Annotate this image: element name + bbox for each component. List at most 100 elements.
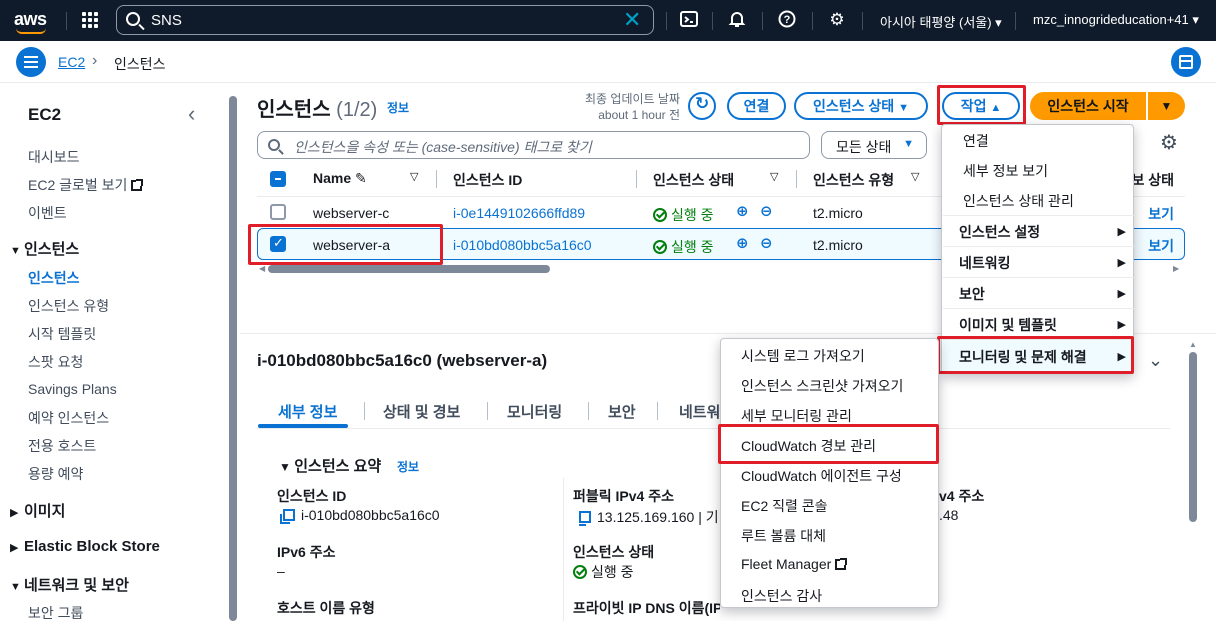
summary-section-toggle[interactable]: ▼ 인스턴스 요약 — [279, 455, 381, 476]
submenu-item-screenshot[interactable]: 인스턴스 스크린샷 가져오기 — [741, 376, 903, 396]
state-badge: 실행 중 — [653, 237, 714, 257]
sidebar-item-spot-requests[interactable]: 스팟 요청 — [28, 352, 83, 372]
zoom-out-icon[interactable]: ⊖ — [760, 234, 773, 252]
sidebar-item-savings-plans[interactable]: Savings Plans — [28, 381, 117, 397]
tab-networking[interactable]: 네트워 — [679, 401, 720, 422]
field-label: 퍼블릭 IPv4 주소 — [573, 488, 674, 504]
tab-monitoring[interactable]: 모니터링 — [507, 401, 562, 422]
column-divider[interactable] — [436, 170, 437, 188]
info-link[interactable]: 정보 — [397, 458, 419, 475]
sidebar-scrollbar[interactable] — [229, 96, 237, 621]
sort-icon[interactable]: ▽ — [911, 170, 919, 183]
sidebar-item-instances[interactable]: 인스턴스 — [28, 268, 80, 288]
sidebar-item-events[interactable]: 이벤트 — [28, 203, 67, 223]
column-header-type[interactable]: 인스턴스 유형 — [813, 170, 894, 190]
gear-icon[interactable]: ⚙ — [827, 10, 847, 30]
sidebar-item-reserved-instances[interactable]: 예약 인스턴스 — [28, 408, 109, 428]
submenu-item-detailed-monitoring[interactable]: 세부 모니터링 관리 — [741, 406, 852, 426]
alarm-view-link[interactable]: 보기 — [1134, 236, 1174, 256]
column-header-state[interactable]: 인스턴스 상태 — [653, 170, 734, 190]
tab-details[interactable]: 세부 정보 — [278, 401, 337, 422]
sidebar-item-dedicated-hosts[interactable]: 전용 호스트 — [28, 436, 96, 456]
instance-state-button[interactable]: 인스턴스 상태 ▼ — [794, 92, 928, 120]
sort-icon[interactable]: ▽ — [770, 170, 778, 183]
aws-logo[interactable]: aws — [14, 9, 47, 30]
detail-scrollbar[interactable] — [1189, 352, 1197, 522]
horizontal-scrollbar[interactable] — [268, 265, 550, 273]
sidebar-item-security-groups[interactable]: 보안 그룹 — [28, 603, 83, 621]
column-divider[interactable] — [796, 170, 797, 188]
panel-toggle-button[interactable] — [1171, 47, 1201, 77]
column-header-name[interactable]: Name ✎ — [313, 170, 367, 187]
filter-input[interactable]: 인스턴스을 속성 또는 (case-sensitive) 태그로 찾기 — [257, 131, 810, 159]
sidebar-item-global-view[interactable]: EC2 글로벌 보기 — [28, 175, 144, 195]
region-selector[interactable]: 아시아 태평양 (서울) ▾ — [880, 12, 1002, 31]
submenu-item-system-log[interactable]: 시스템 로그 가져오기 — [741, 346, 865, 366]
close-sidebar-icon[interactable]: ‹ — [188, 101, 195, 127]
submenu-item-cloudwatch-agent[interactable]: CloudWatch 에이전트 구성 — [741, 466, 902, 486]
sidebar-section-ebs[interactable]: ▶ Elastic Block Store — [10, 538, 160, 555]
launch-dropdown-button[interactable]: ▼ — [1148, 92, 1185, 120]
scroll-right-icon[interactable]: ▶ — [1173, 264, 1179, 273]
sidebar-section-instances[interactable]: ▼ 인스턴스 — [10, 238, 79, 259]
zoom-out-icon[interactable]: ⊖ — [760, 202, 773, 220]
instance-id-link[interactable]: i-010bd080bbc5a16c0 — [453, 237, 592, 253]
sidebar-section-network-security[interactable]: ▼ 네트워크 및 보안 — [10, 574, 129, 595]
menu-group-networking[interactable]: 네트워킹 ▶ — [943, 246, 1134, 278]
info-link[interactable]: 정보 — [387, 99, 409, 116]
sidebar-section-images[interactable]: ▶ 이미지 — [10, 500, 65, 521]
submenu-item-fleet-manager[interactable]: Fleet Manager — [741, 556, 848, 572]
zoom-in-icon[interactable]: ⊕ — [736, 234, 749, 252]
sidebar-item-capacity-reservations[interactable]: 용량 예약 — [28, 464, 83, 484]
sidebar-item-launch-templates[interactable]: 시작 템플릿 — [28, 324, 96, 344]
select-all-checkbox[interactable] — [270, 171, 286, 187]
grid-icon[interactable] — [82, 12, 98, 28]
menu-item-view-details[interactable]: 세부 정보 보기 — [943, 161, 1134, 181]
submenu-item-audit[interactable]: 인스턴스 감사 — [741, 586, 822, 606]
instance-id-link[interactable]: i-0e1449102666ffd89 — [453, 205, 585, 221]
menu-group-image-templates[interactable]: 이미지 및 템플릿 ▶ — [943, 308, 1134, 340]
status-filter-select[interactable]: 모든 상태 ▼ — [821, 131, 927, 159]
launch-instance-button[interactable]: 인스턴스 시작 — [1030, 92, 1146, 120]
alarm-view-link[interactable]: 보기 — [1134, 204, 1174, 224]
scroll-up-icon[interactable]: ▲ — [1189, 340, 1197, 349]
refresh-button[interactable] — [688, 92, 716, 120]
zoom-in-icon[interactable]: ⊕ — [736, 202, 749, 220]
tab-status-alarms[interactable]: 상태 및 경보 — [383, 401, 460, 422]
menu-button[interactable] — [16, 47, 46, 77]
svg-text:?: ? — [784, 14, 791, 26]
row-checkbox[interactable] — [270, 235, 286, 252]
sidebar-item-instance-types[interactable]: 인스턴스 유형 — [28, 296, 109, 316]
copy-icon[interactable] — [579, 511, 591, 526]
table-settings-icon[interactable]: ⚙ — [1160, 130, 1178, 155]
clear-icon[interactable]: ✕ — [623, 7, 641, 33]
account-menu[interactable]: mzc_innogrideducation+41 ▾ — [1033, 12, 1199, 28]
column-header-alarm[interactable]: 경보 상태 — [1134, 170, 1174, 190]
connect-button[interactable]: 연결 — [727, 92, 786, 120]
submenu-item-cloudwatch-alarms[interactable]: CloudWatch 경보 관리 — [741, 436, 876, 456]
scroll-left-icon[interactable]: ◀ — [259, 264, 265, 273]
bell-icon[interactable] — [727, 10, 747, 30]
menu-group-security[interactable]: 보안 ▶ — [943, 277, 1134, 309]
chevron-down-icon[interactable]: ⌄ — [1148, 350, 1163, 371]
sort-icon[interactable]: ▽ — [410, 170, 418, 183]
column-header-instance-id[interactable]: 인스턴스 ID — [453, 170, 522, 190]
copy-icon[interactable] — [280, 509, 295, 524]
submenu-item-replace-root-volume[interactable]: 루트 볼륨 대체 — [741, 526, 826, 546]
actions-button[interactable]: 작업 ▲ — [942, 92, 1020, 120]
menu-group-instance-settings[interactable]: 인스턴스 설정 ▶ — [943, 215, 1134, 247]
menu-group-monitoring[interactable]: 모니터링 및 문제 해결 ▶ — [943, 339, 1134, 372]
menu-item-manage-state[interactable]: 인스턴스 상태 관리 — [943, 191, 1134, 211]
row-checkbox[interactable] — [270, 204, 286, 220]
column-divider[interactable] — [636, 170, 637, 188]
tab-security[interactable]: 보안 — [608, 401, 636, 422]
sidebar-item-dashboard[interactable]: 대시보드 — [28, 147, 80, 167]
help-icon[interactable]: ? — [777, 10, 797, 30]
breadcrumb-ec2[interactable]: EC2 — [58, 54, 85, 70]
caret-right-icon: ▶ — [1117, 319, 1126, 331]
cloudshell-icon[interactable] — [679, 10, 699, 30]
submenu-item-serial-console[interactable]: EC2 직렬 콘솔 — [741, 496, 828, 516]
menu-item-connect[interactable]: 연결 — [943, 131, 1134, 151]
search-icon — [268, 139, 280, 151]
search-input[interactable]: SNS ✕ — [116, 5, 654, 35]
